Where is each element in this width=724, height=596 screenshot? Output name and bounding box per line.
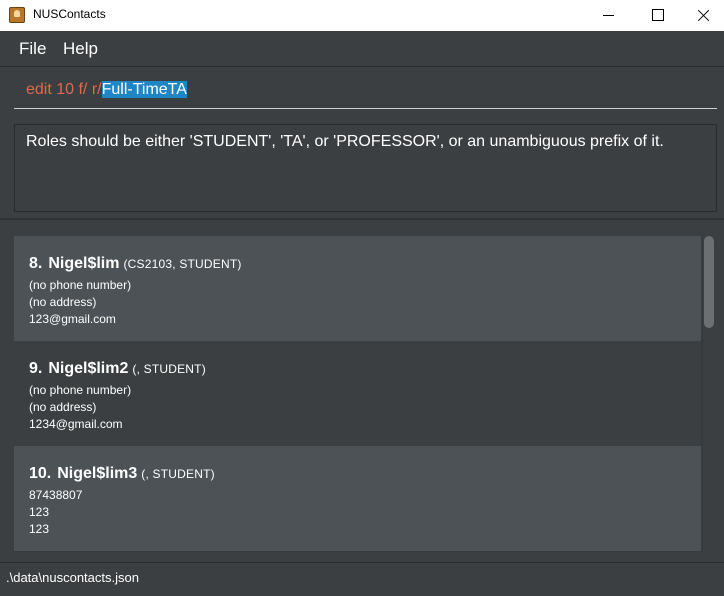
contact-email: 123@gmail.com (29, 312, 116, 326)
contact-address: (no address) (29, 295, 97, 309)
scrollbar-thumb[interactable] (704, 236, 714, 328)
menu-file[interactable]: File (19, 39, 46, 59)
close-icon[interactable] (680, 0, 724, 31)
contact-header: 10. Nigel$lim3 (, STUDENT) (29, 465, 215, 483)
contact-list-panel: 8. Nigel$lim (CS2103, STUDENT) (no phone n… (0, 220, 724, 562)
contact-tags: (, STUDENT) (132, 362, 206, 376)
contact-address: 123 (29, 505, 50, 519)
minimize-icon[interactable] (586, 0, 632, 31)
contact-header: 9. Nigel$lim2 (, STUDENT) (29, 360, 206, 378)
contact-header: 8. Nigel$lim (CS2103, STUDENT) (29, 255, 242, 273)
contact-phone: 87438807 (29, 488, 83, 502)
command-box-area: edit 10 f/ r/Full-TimeTA (0, 67, 724, 119)
result-display[interactable]: Roles should be either 'STUDENT', 'TA', … (14, 124, 717, 212)
contact-card[interactable]: 9. Nigel$lim2 (, STUDENT) (no phone number… (14, 341, 701, 446)
contact-list[interactable]: 8. Nigel$lim (CS2103, STUDENT) (no phone n… (14, 236, 703, 552)
contact-index: 10. (29, 465, 52, 482)
window-title: NUSContacts (33, 7, 106, 21)
contact-tags: (CS2103, STUDENT) (123, 257, 242, 271)
contact-address: (no address) (29, 400, 97, 414)
title-bar: NUSContacts (0, 0, 724, 31)
contact-name: Nigel$lim (48, 255, 120, 272)
command-input[interactable]: edit 10 f/ r/Full-TimeTA (14, 79, 717, 109)
status-bar: .\data\nuscontacts.json (0, 562, 724, 596)
contact-index: 8. (29, 255, 43, 272)
contact-card[interactable]: 10. Nigel$lim3 (, STUDENT) 87438807 123 12… (14, 446, 701, 551)
contact-phone: (no phone number) (29, 383, 132, 397)
contact-card[interactable]: 8. Nigel$lim (CS2103, STUDENT) (no phone n… (14, 236, 701, 341)
contact-email: 1234@gmail.com (29, 417, 123, 431)
contact-phone: (no phone number) (29, 278, 132, 292)
command-text: edit 10 f/ r/ (26, 81, 102, 98)
menu-bar: File Help (0, 31, 724, 67)
command-selected-text: Full-TimeTA (101, 81, 187, 98)
contacts-app-icon (9, 7, 25, 23)
contact-name: Nigel$lim3 (57, 465, 138, 482)
contact-index: 9. (29, 360, 43, 377)
menu-help[interactable]: Help (63, 39, 98, 59)
result-message: Roles should be either 'STUDENT', 'TA', … (26, 133, 664, 150)
contact-email: 123 (29, 522, 50, 536)
maximize-icon[interactable] (634, 0, 680, 31)
contact-tags: (, STUDENT) (141, 467, 215, 481)
save-location: .\data\nuscontacts.json (6, 570, 139, 585)
contact-name: Nigel$lim2 (48, 360, 129, 377)
